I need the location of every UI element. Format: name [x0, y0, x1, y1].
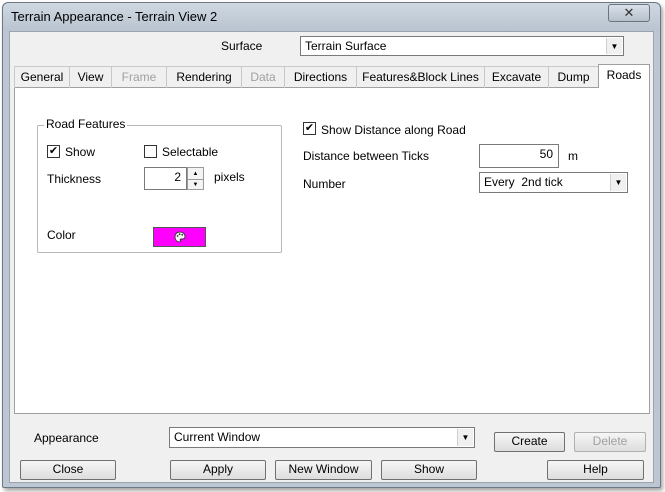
chevron-down-icon: ▼ [606, 38, 622, 54]
surface-label: Surface [221, 39, 263, 53]
tab-label: Excavate [491, 70, 542, 84]
road-features-title: Road Features [44, 117, 128, 131]
dialog-window: Terrain Appearance - Terrain View 2 ✕ Su… [2, 2, 661, 488]
surface-select[interactable]: Terrain Surface ▼ [300, 36, 624, 56]
tab-general[interactable]: General [14, 66, 69, 88]
roads-tab-panel: Road Features ✔ Show Selectable Thicknes… [14, 88, 650, 414]
tab-dump[interactable]: Dump [548, 66, 598, 88]
selectable-label: Selectable [162, 145, 219, 159]
tab-label: Data [250, 70, 276, 84]
appearance-select[interactable]: Current Window ▼ [169, 427, 475, 448]
tab-strip: General View Frame Rendering Data Direct… [14, 64, 650, 89]
tab-label: Roads [606, 68, 642, 82]
spin-up-icon[interactable]: ▲ [188, 168, 203, 179]
checkmark-icon: ✔ [304, 122, 315, 134]
window-close-button[interactable]: ✕ [608, 4, 650, 22]
tab-roads[interactable]: Roads [598, 64, 650, 89]
tab-label: General [20, 70, 64, 84]
tab-excavate[interactable]: Excavate [484, 66, 548, 88]
palette-icon [174, 231, 185, 243]
road-features-group: Road Features ✔ Show Selectable Thicknes… [37, 117, 282, 253]
surface-value: Terrain Surface [305, 39, 387, 53]
tab-label: Features&Block Lines [362, 70, 479, 84]
color-label: Color [47, 228, 76, 242]
number-label: Number [303, 177, 346, 191]
selectable-checkbox[interactable] [144, 145, 157, 158]
dialog-client-area: Surface Terrain Surface ▼ General View F… [9, 31, 654, 483]
number-value: Every 2nd tick [484, 175, 563, 189]
distance-ticks-input[interactable]: 50 [479, 144, 559, 168]
tab-label: Dump [557, 70, 590, 84]
tab-rendering[interactable]: Rendering [166, 66, 241, 88]
chevron-down-icon: ▼ [610, 174, 626, 191]
thickness-label: Thickness [47, 172, 102, 186]
apply-button[interactable]: Apply [170, 460, 266, 480]
thickness-unit: pixels [214, 170, 245, 184]
spin-down-icon[interactable]: ▼ [188, 179, 203, 190]
close-button[interactable]: Close [20, 460, 116, 480]
close-icon: ✕ [623, 5, 635, 20]
distance-ticks-label: Distance between Ticks [303, 149, 430, 163]
checkmark-icon: ✔ [48, 145, 59, 157]
tab-label: Directions [293, 70, 348, 84]
create-button[interactable]: Create [494, 432, 565, 452]
title-bar[interactable]: Terrain Appearance - Terrain View 2 ✕ [3, 3, 660, 31]
tab-label: View [77, 70, 104, 84]
tab-label: Rendering [176, 70, 232, 84]
thickness-input[interactable]: 2 [144, 167, 187, 190]
color-picker-button[interactable] [153, 227, 206, 247]
thickness-spinner[interactable]: ▲ ▼ [187, 167, 204, 190]
help-button[interactable]: Help [547, 460, 644, 480]
new-window-button[interactable]: New Window [275, 460, 372, 480]
tab-label: Frame [121, 70, 157, 84]
show-distance-label: Show Distance along Road [321, 123, 466, 137]
show-button[interactable]: Show [381, 460, 477, 480]
tab-directions[interactable]: Directions [284, 66, 356, 88]
show-label: Show [65, 145, 96, 159]
show-checkbox[interactable]: ✔ [47, 145, 60, 158]
chevron-down-icon: ▼ [457, 429, 473, 446]
distance-ticks-unit: m [568, 149, 578, 163]
appearance-label: Appearance [34, 431, 99, 445]
tab-frame[interactable]: Frame [111, 66, 166, 88]
number-select[interactable]: Every 2nd tick ▼ [479, 172, 628, 193]
show-distance-checkbox[interactable]: ✔ [303, 122, 316, 135]
appearance-value: Current Window [174, 430, 261, 444]
tab-view[interactable]: View [69, 66, 111, 88]
delete-button[interactable]: Delete [574, 432, 646, 452]
window-title: Terrain Appearance - Terrain View 2 [11, 9, 218, 24]
tab-data[interactable]: Data [241, 66, 284, 88]
tab-features-block-lines[interactable]: Features&Block Lines [356, 66, 484, 88]
